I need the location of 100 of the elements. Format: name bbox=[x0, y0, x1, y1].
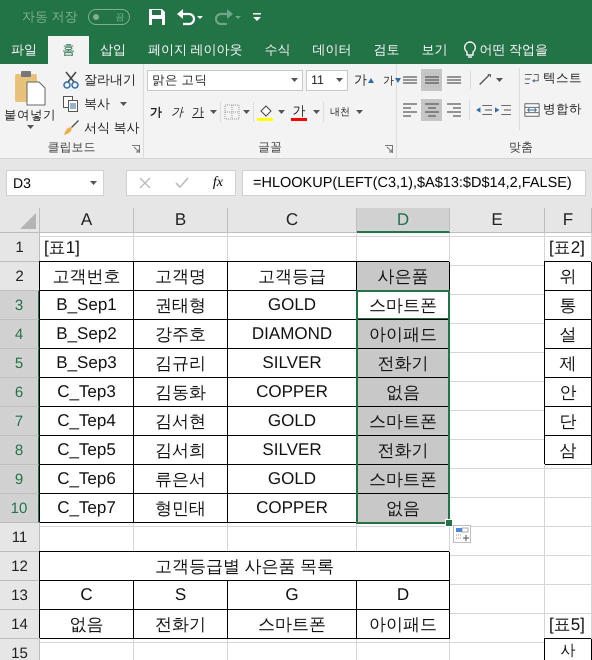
paste-button[interactable]: 붙여넣기 bbox=[4, 68, 56, 138]
merge-cells-icon bbox=[524, 102, 540, 118]
table-cell: 사은품 bbox=[357, 262, 450, 291]
column-header[interactable]: C bbox=[228, 208, 357, 233]
font-color-button[interactable]: 가 bbox=[288, 104, 310, 120]
table-cell: C_Tep7 bbox=[40, 494, 134, 523]
decrease-font-button[interactable]: 가 bbox=[380, 72, 404, 88]
ribbon-tab[interactable]: 파일 bbox=[0, 36, 48, 64]
tell-me-search[interactable]: 어떤 작업을 bbox=[462, 36, 548, 64]
phonetic-button[interactable]: 내천 bbox=[327, 105, 353, 119]
table-cell: C_Tep5 bbox=[40, 436, 134, 465]
dialog-launcher-icon[interactable] bbox=[385, 145, 393, 153]
table-cell: 설 bbox=[545, 320, 592, 349]
row-header[interactable]: 12 bbox=[0, 552, 40, 581]
row-header[interactable]: 13 bbox=[0, 581, 40, 610]
autofill-options-icon[interactable] bbox=[453, 525, 471, 543]
caret-icon bbox=[313, 110, 320, 114]
column-header[interactable]: A bbox=[40, 208, 134, 233]
row-header[interactable]: 8 bbox=[0, 436, 40, 465]
column-header[interactable]: F bbox=[545, 208, 592, 233]
insert-function-button[interactable]: fx bbox=[212, 175, 223, 191]
row-header[interactable]: 7 bbox=[0, 407, 40, 436]
ribbon-tab[interactable]: 삽입 bbox=[89, 36, 137, 64]
table-cell: S bbox=[134, 581, 228, 610]
borders-icon[interactable] bbox=[224, 104, 240, 120]
ribbon-tab[interactable]: 보기 bbox=[410, 36, 459, 64]
clipboard-command[interactable]: 복사 bbox=[62, 93, 140, 114]
table-cell: C_Tep4 bbox=[40, 407, 134, 436]
caret-icon bbox=[90, 181, 97, 185]
fill-handle[interactable] bbox=[445, 519, 453, 527]
increase-indent-icon[interactable] bbox=[494, 102, 512, 118]
fill-color-icon[interactable] bbox=[257, 103, 275, 121]
customize-icon[interactable] bbox=[252, 12, 262, 22]
formula-field[interactable]: =HLOOKUP(LEFT(C3,1),$A$13:$D$14,2,FALSE) bbox=[242, 170, 586, 196]
row-header[interactable]: 11 bbox=[0, 523, 40, 552]
ribbon-tab[interactable]: 검토 bbox=[362, 36, 411, 64]
row-header[interactable]: 5 bbox=[0, 349, 40, 378]
table-cell: 전화기 bbox=[357, 349, 450, 378]
ribbon-tab[interactable]: 수식 bbox=[254, 36, 302, 64]
table-cell: 스마트폰 bbox=[357, 407, 450, 436]
table-cell: 고객등급별 사은품 목록 bbox=[40, 552, 450, 581]
ribbon-tab[interactable]: 홈 bbox=[48, 36, 89, 64]
align-center-button[interactable] bbox=[421, 99, 442, 121]
group-label: 맞춤 bbox=[509, 139, 533, 156]
dialog-launcher-icon[interactable] bbox=[132, 145, 140, 153]
bold-button[interactable]: 가 bbox=[147, 104, 165, 120]
row-header[interactable]: 2 bbox=[0, 262, 40, 291]
increase-font-button[interactable]: 가 bbox=[351, 71, 377, 89]
italic-button[interactable]: 가 bbox=[168, 104, 186, 120]
table-cell: C bbox=[40, 581, 134, 610]
table-cell-text: [표5] bbox=[548, 614, 586, 636]
font-name-field[interactable]: 맑은 고딕 bbox=[147, 70, 303, 90]
table-cell: 류은서 bbox=[134, 465, 228, 494]
ribbon-tab[interactable]: 데이터 bbox=[302, 36, 363, 64]
clipboard-command[interactable]: 잘라내기 bbox=[62, 69, 140, 90]
wrap-text-button[interactable]: 텍스트 bbox=[524, 68, 582, 89]
alignment-lines-icon bbox=[446, 76, 460, 84]
underline-button[interactable]: 가 bbox=[189, 104, 207, 120]
caret-icon bbox=[496, 78, 503, 82]
align-middle-button[interactable] bbox=[421, 69, 442, 91]
name-box[interactable]: D3 bbox=[6, 170, 104, 196]
table-cell: COPPER bbox=[228, 378, 357, 407]
row-header[interactable]: 3 bbox=[0, 291, 40, 320]
row-header[interactable]: 1 bbox=[0, 233, 40, 262]
row-header[interactable]: 14 bbox=[0, 610, 40, 639]
autosave-label: 자동 저장 bbox=[22, 8, 78, 26]
table-cell: GOLD bbox=[228, 291, 357, 320]
check-icon[interactable] bbox=[174, 177, 189, 189]
table-cell: GOLD bbox=[228, 407, 357, 436]
row-header[interactable]: 10 bbox=[0, 494, 40, 523]
merge-center-button[interactable]: 병합하 bbox=[524, 99, 582, 120]
table-cell: SILVER bbox=[228, 349, 357, 378]
table-cell: 스마트폰 bbox=[228, 610, 357, 639]
table-cell: 사 bbox=[545, 639, 592, 660]
table-cell: 고객등급 bbox=[228, 262, 357, 291]
font-size-field[interactable]: 11 bbox=[306, 70, 348, 90]
row-header[interactable]: 6 bbox=[0, 378, 40, 407]
caret-icon bbox=[356, 110, 363, 114]
row-header[interactable]: 15 bbox=[0, 639, 40, 660]
column-header[interactable]: B bbox=[134, 208, 228, 233]
caret-icon bbox=[291, 78, 298, 82]
table-cell: B_Sep3 bbox=[40, 349, 134, 378]
table-cell: 없음 bbox=[40, 610, 134, 639]
table-cell-text: [표2] bbox=[548, 237, 586, 259]
table-cell: 아이패드 bbox=[357, 320, 450, 349]
ribbon-tab[interactable]: 페이지 레이아웃 bbox=[137, 36, 254, 64]
caret-icon bbox=[336, 78, 343, 82]
row-header[interactable]: 4 bbox=[0, 320, 40, 349]
table-cell: 전화기 bbox=[357, 436, 450, 465]
table-cell: SILVER bbox=[228, 436, 357, 465]
row-header[interactable]: 9 bbox=[0, 465, 40, 494]
save-icon[interactable] bbox=[148, 8, 166, 26]
column-header[interactable]: D bbox=[357, 208, 450, 233]
decrease-indent-icon[interactable] bbox=[475, 102, 493, 118]
table-cell: D bbox=[357, 581, 450, 610]
undo-icon[interactable] bbox=[176, 8, 204, 26]
table-cell: DIAMOND bbox=[228, 320, 357, 349]
copy-icon bbox=[62, 94, 80, 112]
clipboard-command[interactable]: 서식 복사 bbox=[62, 117, 140, 138]
column-header[interactable]: E bbox=[450, 208, 545, 233]
